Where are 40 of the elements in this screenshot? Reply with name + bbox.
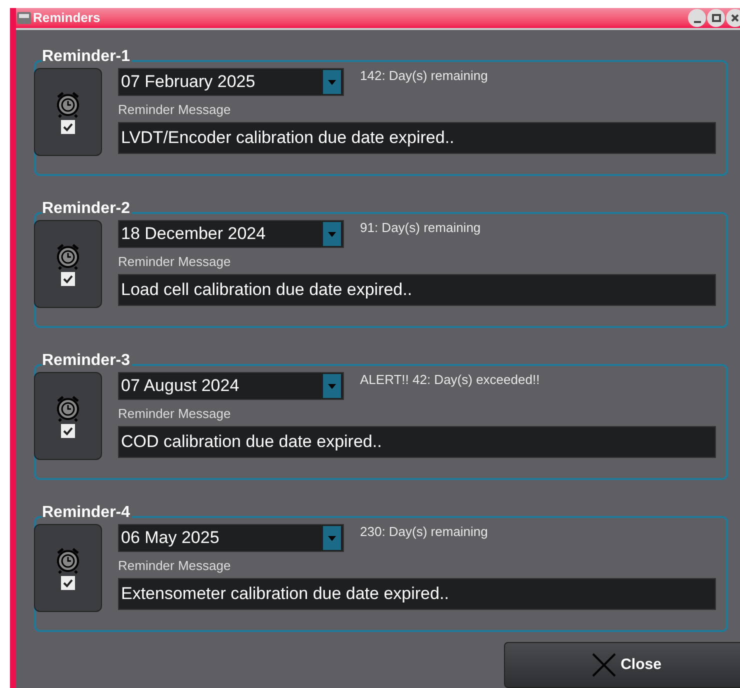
alarm-button[interactable] (34, 372, 102, 460)
alarm-button[interactable] (34, 220, 102, 308)
checkbox[interactable] (61, 424, 75, 438)
dropdown-caret-icon (323, 526, 341, 550)
message-field[interactable]: COD calibration due date expired.. (118, 426, 716, 458)
app-logo-icon (16, 10, 32, 26)
alarm-button[interactable] (34, 68, 102, 156)
date-dropdown[interactable]: 18 December 2024 (118, 220, 344, 248)
days-status: 91: Day(s) remaining (360, 219, 481, 237)
alarm-clock-icon (55, 242, 81, 270)
message-field[interactable]: Extensometer calibration due date expired.. (118, 578, 716, 610)
message-field[interactable]: LVDT/Encoder calibration due date expired.. (118, 122, 716, 154)
alarm-clock-icon (55, 90, 81, 118)
dropdown-caret-icon (323, 374, 341, 398)
window-title: Reminders (33, 9, 100, 28)
date-dropdown[interactable]: 07 February 2025 (118, 68, 344, 96)
close-button[interactable]: Close (504, 642, 740, 688)
alarm-clock-icon (55, 394, 81, 422)
dropdown-caret-icon (323, 222, 341, 246)
days-status: ALERT!! 42: Day(s) exceeded!! (360, 371, 540, 389)
date-dropdown[interactable]: 06 May 2025 (118, 524, 344, 552)
date-dropdown[interactable]: 07 August 2024 (118, 372, 344, 400)
message-label: Reminder Message (118, 406, 231, 422)
checkbox[interactable] (61, 120, 75, 134)
close-x-icon (590, 652, 617, 678)
alarm-clock-icon (55, 546, 81, 574)
message-field[interactable]: Load cell calibration due date expired.. (118, 274, 716, 306)
message-label: Reminder Message (118, 254, 231, 270)
maximize-button[interactable] (707, 9, 725, 27)
message-label: Reminder Message (118, 558, 231, 574)
close-window-button[interactable] (726, 9, 740, 27)
dropdown-caret-icon (323, 70, 341, 94)
close-icon (731, 14, 739, 22)
message-label: Reminder Message (118, 102, 231, 118)
days-status: 230: Day(s) remaining (360, 523, 488, 541)
days-status: 142: Day(s) remaining (360, 67, 488, 85)
alarm-button[interactable] (34, 524, 102, 612)
checkbox[interactable] (61, 576, 75, 590)
minimize-button[interactable] (688, 9, 706, 27)
checkbox[interactable] (61, 272, 75, 286)
